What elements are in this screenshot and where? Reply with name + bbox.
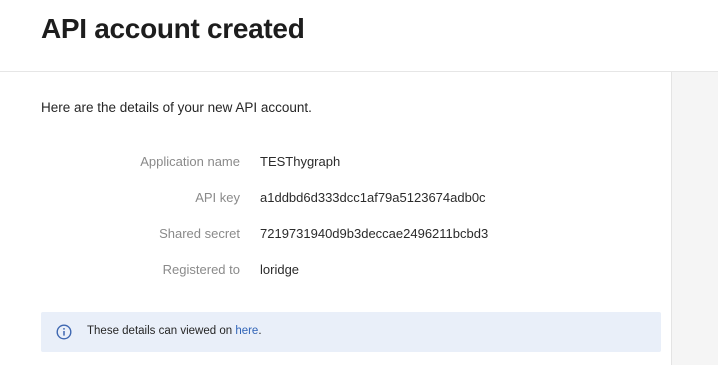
info-notice: These details can viewed on here. xyxy=(41,312,661,352)
detail-row-application-name: Application name TESThygraph xyxy=(0,154,660,174)
detail-value: loridge xyxy=(260,262,300,277)
detail-value: a1ddbd6d333dcc1af79a5123674adb0c xyxy=(260,190,486,205)
detail-label: Shared secret xyxy=(159,226,240,241)
detail-row-registered-to: Registered to loridge xyxy=(0,262,660,282)
detail-label: API key xyxy=(195,190,240,205)
detail-row-shared-secret: Shared secret 7219731940d9b3deccae249621… xyxy=(0,226,660,246)
notice-here-link[interactable]: here xyxy=(235,325,258,337)
notice-message: These details can viewed on here. xyxy=(87,325,262,337)
notice-text-end: . xyxy=(258,325,262,337)
detail-row-api-key: API key a1ddbd6d333dcc1af79a5123674adb0c xyxy=(0,190,660,210)
page-header: API account created xyxy=(0,0,718,72)
detail-label: Application name xyxy=(140,154,240,169)
right-side-panel xyxy=(671,72,718,365)
notice-text: These details can viewed on xyxy=(87,325,236,337)
detail-label: Registered to xyxy=(162,262,240,277)
info-icon xyxy=(56,324,72,340)
page-title: API account created xyxy=(41,13,305,44)
intro-text: Here are the details of your new API acc… xyxy=(41,100,312,115)
detail-value: 7219731940d9b3deccae2496211bcbd3 xyxy=(260,226,489,241)
detail-value: TESThygraph xyxy=(260,154,341,169)
